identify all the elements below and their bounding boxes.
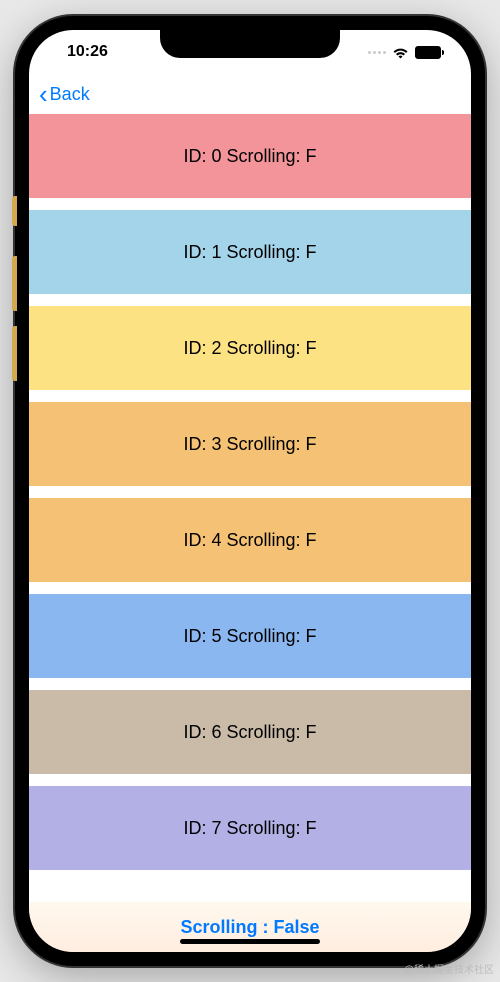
side-button bbox=[12, 326, 17, 381]
list-item-label: ID: 1 Scrolling: F bbox=[183, 242, 316, 263]
list-item-label: ID: 5 Scrolling: F bbox=[183, 626, 316, 647]
cellular-icon bbox=[368, 51, 386, 54]
list-item[interactable]: ID: 3 Scrolling: F bbox=[29, 402, 471, 486]
list-item-label: ID: 2 Scrolling: F bbox=[183, 338, 316, 359]
list-item-label: ID: 3 Scrolling: F bbox=[183, 434, 316, 455]
chevron-left-icon: ‹ bbox=[39, 81, 48, 107]
scrolling-status-label: Scrolling : False bbox=[180, 917, 319, 938]
nav-bar: ‹ Back bbox=[29, 74, 471, 114]
back-button[interactable]: ‹ Back bbox=[39, 81, 90, 107]
side-button bbox=[12, 196, 17, 226]
list-item-label: ID: 7 Scrolling: F bbox=[183, 818, 316, 839]
screen: 10:26 ‹ Back ID: 0 Scrolling: F ID: 1 Sc… bbox=[29, 30, 471, 952]
home-indicator[interactable] bbox=[180, 939, 320, 944]
list-item[interactable]: ID: 2 Scrolling: F bbox=[29, 306, 471, 390]
list-item-label: ID: 0 Scrolling: F bbox=[183, 146, 316, 167]
list-item[interactable]: ID: 4 Scrolling: F bbox=[29, 498, 471, 582]
footer-status: Scrolling : False bbox=[29, 902, 471, 952]
scroll-list[interactable]: ID: 0 Scrolling: F ID: 1 Scrolling: F ID… bbox=[29, 114, 471, 902]
side-button bbox=[12, 256, 17, 311]
list-item[interactable]: ID: 6 Scrolling: F bbox=[29, 690, 471, 774]
list-item[interactable]: ID: 7 Scrolling: F bbox=[29, 786, 471, 870]
list-item[interactable]: ID: 5 Scrolling: F bbox=[29, 594, 471, 678]
watermark: @稀土掘金技术社区 bbox=[404, 961, 494, 976]
battery-icon bbox=[415, 46, 441, 59]
back-label: Back bbox=[50, 84, 90, 105]
list-item-label: ID: 6 Scrolling: F bbox=[183, 722, 316, 743]
wifi-icon bbox=[392, 46, 409, 59]
status-icons bbox=[368, 46, 441, 59]
list-item[interactable]: ID: 1 Scrolling: F bbox=[29, 210, 471, 294]
phone-frame: 10:26 ‹ Back ID: 0 Scrolling: F ID: 1 Sc… bbox=[15, 16, 485, 966]
status-time: 10:26 bbox=[59, 43, 108, 61]
notch bbox=[160, 30, 340, 58]
list-item-label: ID: 4 Scrolling: F bbox=[183, 530, 316, 551]
list-item[interactable]: ID: 0 Scrolling: F bbox=[29, 114, 471, 198]
